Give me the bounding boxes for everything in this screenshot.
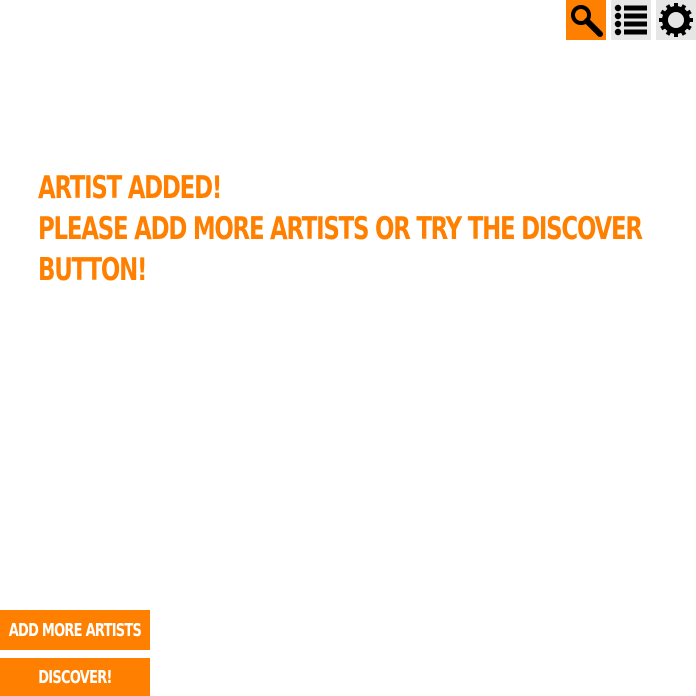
discover-label: Discover! <box>38 666 112 688</box>
list-icon <box>614 4 647 36</box>
page: Artist added! Please add more artists or… <box>0 0 696 696</box>
discover-button[interactable]: Discover! <box>0 658 150 696</box>
top-toolbar <box>566 0 696 40</box>
gear-icon <box>659 3 693 37</box>
settings-button[interactable] <box>656 0 696 40</box>
search-icon <box>571 5 603 37</box>
message-line-2: Please add more artists or try the Disco… <box>38 211 643 247</box>
message-line-1: Artist added! <box>38 170 222 206</box>
status-message: Artist added! Please add more artists or… <box>38 168 643 291</box>
add-more-artists-button[interactable]: Add more artists <box>0 610 150 650</box>
message-line-3: button! <box>38 252 147 288</box>
add-more-artists-label: Add more artists <box>8 619 142 641</box>
list-button[interactable] <box>611 0 651 40</box>
search-button[interactable] <box>566 0 606 40</box>
